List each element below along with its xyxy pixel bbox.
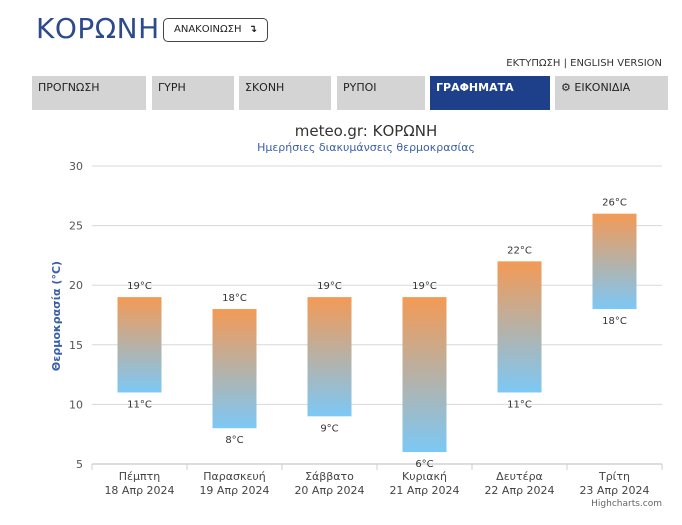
x-tick-label-date: 18 Απρ 2024 <box>104 484 174 497</box>
tab-widgets[interactable]: ⚙ ΕΙΚΟΝΙΔΙΑ <box>555 76 668 110</box>
low-data-label: 9°C <box>320 423 338 434</box>
tab-pollen[interactable]: ΓΥΡΗ <box>152 76 234 110</box>
high-data-label: 22°C <box>507 245 532 256</box>
main-nav: ΠΡΟΓΝΩΣΗ ΓΥΡΗ ΣΚΟΝΗ ΡΥΠΟΙ ΓΡΑΦΗΜΑΤΑ ⚙ ΕΙ… <box>32 76 668 110</box>
gear-icon: ⚙ <box>561 81 571 94</box>
temperature-range-bar <box>592 213 637 310</box>
tab-charts[interactable]: ΓΡΑΦΗΜΑΤΑ <box>430 76 550 110</box>
x-tick-label-date: 19 Απρ 2024 <box>199 484 269 497</box>
y-tick-label: 20 <box>69 279 83 292</box>
y-tick-label: 15 <box>69 339 83 352</box>
temperature-bars <box>117 213 637 453</box>
link-separator: | <box>563 58 567 69</box>
tab-forecast[interactable]: ΠΡΟΓΝΩΣΗ <box>32 76 146 110</box>
x-tick-label-day: Τρίτη <box>598 470 630 483</box>
x-tick-label-day: Δευτέρα <box>496 470 543 483</box>
x-tick-label-date: 22 Απρ 2024 <box>484 484 554 497</box>
temperature-range-bar <box>402 297 447 453</box>
low-data-label: 8°C <box>225 435 243 446</box>
x-tick-label-day: Παρασκευή <box>203 470 266 483</box>
tab-label: ΣΚΟΝΗ <box>245 81 285 94</box>
tab-pollutants[interactable]: ΡΥΠΟΙ <box>337 76 425 110</box>
low-data-label: 11°C <box>507 399 532 410</box>
x-tick-label-day: Σάββατο <box>305 470 354 483</box>
x-tick-label-date: 20 Απρ 2024 <box>294 484 364 497</box>
chart-title: meteo.gr: ΚΟΡΩΝΗ <box>295 122 438 140</box>
page-title: ΚΟΡΩΝΗ <box>36 12 160 45</box>
chart-subtitle: Ημερήσιες διακυμάνσεις θερμοκρασίας <box>257 141 475 154</box>
gridlines <box>92 165 662 465</box>
x-axis: Πέμπτη18 Απρ 2024 Παρασκευή19 Απρ 2024 Σάβ… <box>91 464 663 497</box>
temperature-range-bar <box>117 297 162 393</box>
tab-label: ΓΥΡΗ <box>158 81 186 94</box>
temperature-range-bar <box>307 297 352 417</box>
tab-label: ΕΙΚΟΝΙΔΙΑ <box>574 81 631 94</box>
high-data-label: 26°C <box>602 198 627 209</box>
low-data-label: 6°C <box>415 459 433 470</box>
announcement-label: ΑΝΑΚΟΙΝΩΣΗ <box>174 24 242 35</box>
x-tick-label-date: 23 Απρ 2024 <box>579 484 649 497</box>
temperature-range-bar <box>497 261 542 393</box>
y-tick-label: 5 <box>76 458 83 471</box>
low-data-label: 18°C <box>602 316 627 327</box>
tab-label: ΠΡΟΓΝΩΣΗ <box>38 81 100 94</box>
tab-dust[interactable]: ΣΚΟΝΗ <box>239 76 331 110</box>
low-data-label: 11°C <box>127 399 152 410</box>
print-link[interactable]: ΕΚΤΥΠΩΣΗ <box>506 58 560 69</box>
data-labels: 19°C 11°C 18°C 8°C 19°C 9°C 19°C 6°C 22°C 11°C 26°… <box>127 198 627 470</box>
high-data-label: 19°C <box>317 281 342 292</box>
y-tick-label: 30 <box>69 160 83 173</box>
y-axis-ticks: 5 10 15 20 25 30 <box>69 160 83 471</box>
english-version-link[interactable]: ENGLISH VERSION <box>570 58 662 69</box>
tab-label: ΡΥΠΟΙ <box>343 81 377 94</box>
y-axis-title: Θερμοκρασία (°C) <box>50 261 63 371</box>
tab-label: ΓΡΑΦΗΜΑΤΑ <box>436 81 514 94</box>
high-data-label: 19°C <box>412 281 437 292</box>
arrow-down-right-icon: ↴ <box>248 24 258 35</box>
x-tick-label-date: 21 Απρ 2024 <box>389 484 459 497</box>
highcharts-credits: Highcharts.com <box>591 499 662 509</box>
temperature-range-bar <box>212 309 257 429</box>
x-tick-label-day: Πέμπτη <box>119 470 160 483</box>
y-tick-label: 10 <box>69 398 83 411</box>
high-data-label: 18°C <box>222 293 247 304</box>
announcement-button[interactable]: ΑΝΑΚΟΙΝΩΣΗ ↴ <box>163 18 269 42</box>
y-tick-label: 25 <box>69 220 83 233</box>
top-links: ΕΚΤΥΠΩΣΗ | ENGLISH VERSION <box>506 58 662 69</box>
x-tick-label-day: Κυριακή <box>402 470 447 483</box>
high-data-label: 19°C <box>127 281 152 292</box>
